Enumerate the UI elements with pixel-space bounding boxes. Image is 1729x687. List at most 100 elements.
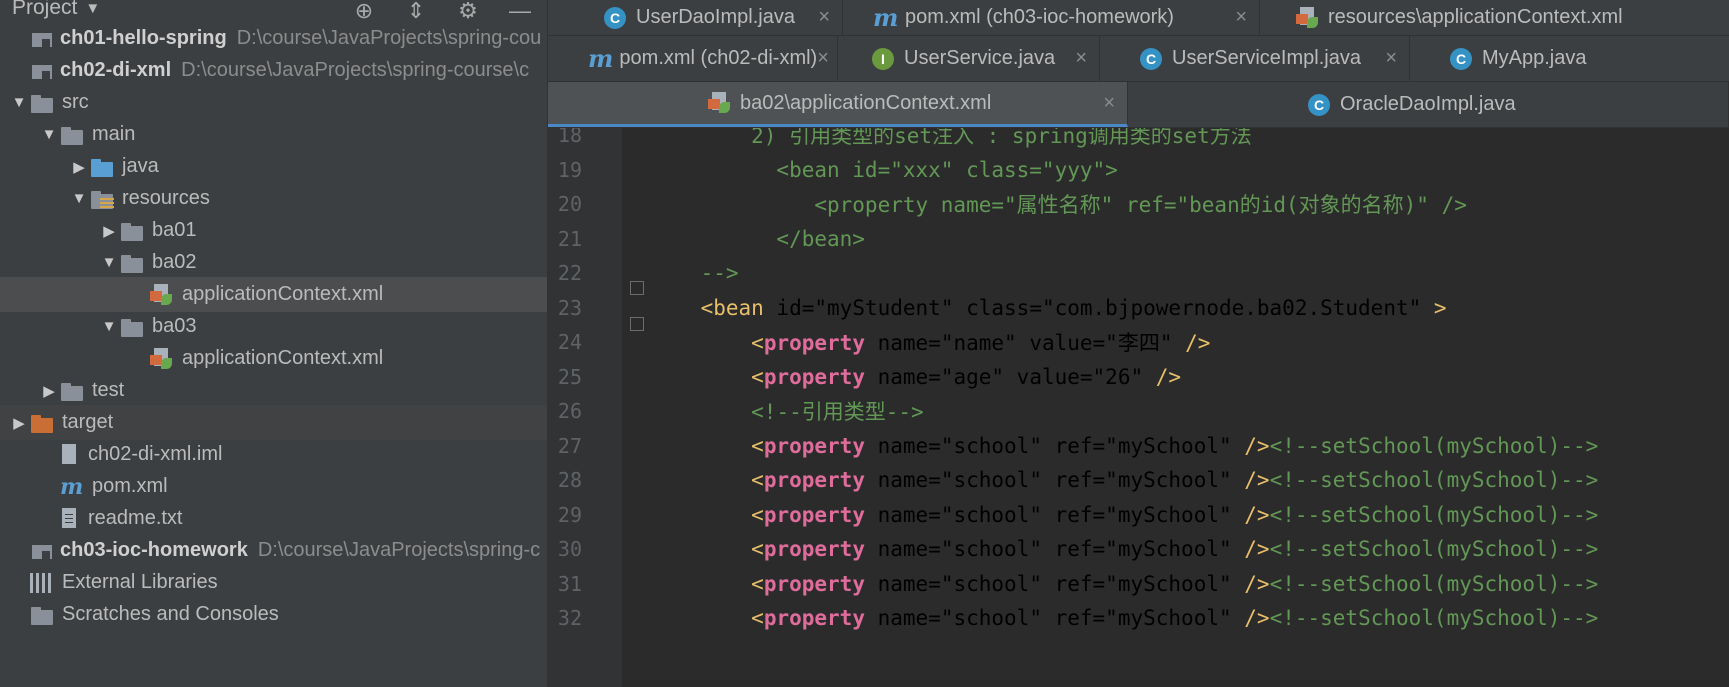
code-line[interactable]: 20 <property name="属性名称" ref="bean的id(对象…: [548, 185, 1729, 223]
code-line[interactable]: 29 <property name="school" ref="mySchool…: [548, 496, 1729, 534]
expanded-arrow-icon[interactable]: ▼: [68, 190, 90, 207]
tree-item-label: ch02-di-xml.iml: [88, 443, 223, 465]
editor-tab[interactable]: m pom.xml (ch03-ioc-homework) ×: [843, 0, 1260, 35]
code-text: <property name="school" ref="mySchool" /…: [751, 606, 1599, 630]
code-text: <bean id="xxx" class="yyy">: [650, 157, 1118, 182]
line-number: 27: [557, 433, 582, 458]
line-number: 26: [557, 399, 582, 423]
tree-item[interactable]: readme.txt: [0, 501, 547, 536]
code-line[interactable]: 23 <bean id="myStudent" class="com.bjpow…: [548, 289, 1729, 327]
library-icon: [30, 572, 54, 593]
tree-item[interactable]: m pom.xml: [0, 469, 547, 504]
code-line[interactable]: 30 <property name="school" ref="mySchool…: [548, 530, 1729, 568]
code-text: <bean id="myStudent" class="com.bjpowern…: [700, 295, 1447, 320]
code-line[interactable]: 19 <bean id="xxx" class="yyy">: [548, 151, 1729, 189]
tree-item[interactable]: External Libraries: [0, 565, 547, 600]
tree-item[interactable]: ch01-hello-spring D:\course\JavaProjects\…: [0, 21, 547, 56]
tree-item[interactable]: applicationContext.xml: [0, 277, 547, 312]
code-line[interactable]: 32 <property name="school" ref="mySchool…: [548, 599, 1729, 637]
editor-tab[interactable]: resources\applicationContext.xml: [1260, 0, 1729, 35]
line-number: 24: [557, 330, 582, 354]
collapsed-arrow-icon[interactable]: ▶: [38, 382, 60, 400]
code-line[interactable]: 24 <property name="name" value="李四" />: [548, 323, 1729, 361]
editor-tab[interactable]: C UserDaoImpl.java ×: [588, 0, 843, 35]
tree-item[interactable]: ch03-ioc-homework D:\course\JavaProjects\…: [0, 533, 547, 568]
editor-tab[interactable]: ba02\applicationContext.xml ×: [548, 82, 1128, 127]
spring-xml-file-icon: [150, 283, 174, 306]
line-number: 20: [557, 192, 582, 216]
tree-item[interactable]: ▶ java: [0, 149, 547, 184]
code-text: <property name="school" ref="mySchool" /…: [751, 468, 1599, 492]
tree-item[interactable]: ▼ main: [0, 117, 547, 152]
code-line[interactable]: 25 <property name="age" value="26" />: [548, 358, 1729, 396]
expanded-arrow-icon[interactable]: ▼: [98, 254, 120, 271]
close-tab-icon[interactable]: ×: [818, 6, 842, 29]
code-line[interactable]: 21 </bean>: [548, 220, 1729, 258]
expanded-arrow-icon[interactable]: ▼: [8, 94, 30, 111]
tree-item-label: main: [92, 123, 136, 145]
tab-label: ba02\applicationContext.xml: [740, 91, 992, 114]
line-number: 23: [557, 295, 582, 320]
iml-file-icon: [60, 443, 78, 466]
folder-icon: [60, 125, 84, 145]
code-line[interactable]: 28 <property name="school" ref="mySchool…: [548, 461, 1729, 499]
code-line[interactable]: 26 <!--引用类型-->: [548, 392, 1729, 430]
project-view-selector[interactable]: Project ▼: [12, 0, 100, 20]
tree-item[interactable]: ▼ ba02: [0, 245, 547, 280]
folder-icon: [30, 605, 54, 625]
collapsed-arrow-icon[interactable]: ▶: [98, 222, 120, 240]
code-text: <property name="属性名称" ref="bean的id(对象的名称…: [650, 193, 1467, 217]
code-editor[interactable]: 18 2) 引用类型的set注入 : spring调用类的set方法 19 <be…: [548, 128, 1729, 687]
expanded-arrow-icon[interactable]: ▼: [38, 126, 60, 143]
tree-item[interactable]: ch02-di-xml D:\course\JavaProjects\spring…: [0, 53, 547, 88]
code-text: 2) 引用类型的set注入 : spring调用类的set方法: [650, 128, 1252, 148]
close-tab-icon[interactable]: ×: [1385, 47, 1409, 70]
collapsed-arrow-icon[interactable]: ▶: [8, 414, 30, 432]
editor-tab[interactable]: C UserServiceImpl.java ×: [1100, 36, 1410, 81]
tree-item[interactable]: ▶ target: [0, 405, 547, 440]
tree-item[interactable]: applicationContext.xml: [0, 341, 547, 376]
code-line[interactable]: 27 <property name="school" ref="mySchool…: [548, 427, 1729, 465]
line-number: 28: [557, 468, 582, 492]
editor-tab[interactable]: C OracleDaoImpl.java: [1128, 82, 1729, 127]
chevron-down-icon: ▼: [85, 0, 101, 17]
editor-tab[interactable]: I UserService.java ×: [838, 36, 1100, 81]
line-number: 29: [557, 502, 582, 527]
code-line[interactable]: 31 <property name="school" ref="mySchool…: [548, 565, 1729, 603]
ide-window: Project ▼ ⊕ ⇕ ⚙ — ch01-hello-spring D:\co…: [0, 0, 1729, 687]
tab-label: MyApp.java: [1482, 47, 1587, 69]
close-tab-icon[interactable]: ×: [1235, 6, 1259, 29]
tree-item[interactable]: ch02-di-xml.iml: [0, 437, 547, 472]
folder-icon: [120, 253, 144, 273]
module-icon: [30, 29, 54, 49]
tree-item-label: ch03-ioc-homework: [60, 539, 248, 561]
tree-item-label: Scratches and Consoles: [62, 603, 279, 625]
java-class-icon: C: [1308, 93, 1330, 116]
module-path: D:\course\JavaProjects\spring-c: [257, 539, 541, 561]
tree-item-label: test: [92, 379, 125, 401]
close-tab-icon[interactable]: ×: [1103, 92, 1127, 115]
line-number: 25: [557, 364, 582, 389]
tree-item-label: applicationContext.xml: [182, 347, 384, 369]
spring-xml-file-icon: [150, 347, 174, 370]
spring-xml-file-icon: [1296, 6, 1320, 29]
close-tab-icon[interactable]: ×: [1075, 47, 1099, 70]
tree-item[interactable]: Scratches and Consoles: [0, 597, 547, 632]
folder-icon: [120, 221, 144, 241]
collapsed-arrow-icon[interactable]: ▶: [68, 158, 90, 176]
editor-tab[interactable]: C MyApp.java: [1410, 36, 1729, 81]
code-text: -->: [650, 261, 739, 285]
line-number: 31: [557, 571, 582, 596]
editor-tabs-row-3: ba02\applicationContext.xml × C OracleDaoIm…: [548, 82, 1729, 128]
tree-item[interactable]: ▼ src: [0, 85, 547, 120]
maven-icon: m: [588, 44, 614, 73]
editor-tab[interactable]: m pom.xml (ch02-di-xml) ×: [548, 36, 838, 81]
tree-item[interactable]: ▼ resources: [0, 181, 547, 216]
tree-item[interactable]: ▶ test: [0, 373, 547, 408]
tree-item[interactable]: ▶ ba01: [0, 213, 547, 248]
expanded-arrow-icon[interactable]: ▼: [98, 318, 120, 335]
tree-item[interactable]: ▼ ba03: [0, 309, 547, 344]
tree-item-label: ch02-di-xml: [60, 59, 172, 81]
code-line[interactable]: 22 -->: [548, 254, 1729, 292]
line-number: 32: [557, 606, 582, 630]
